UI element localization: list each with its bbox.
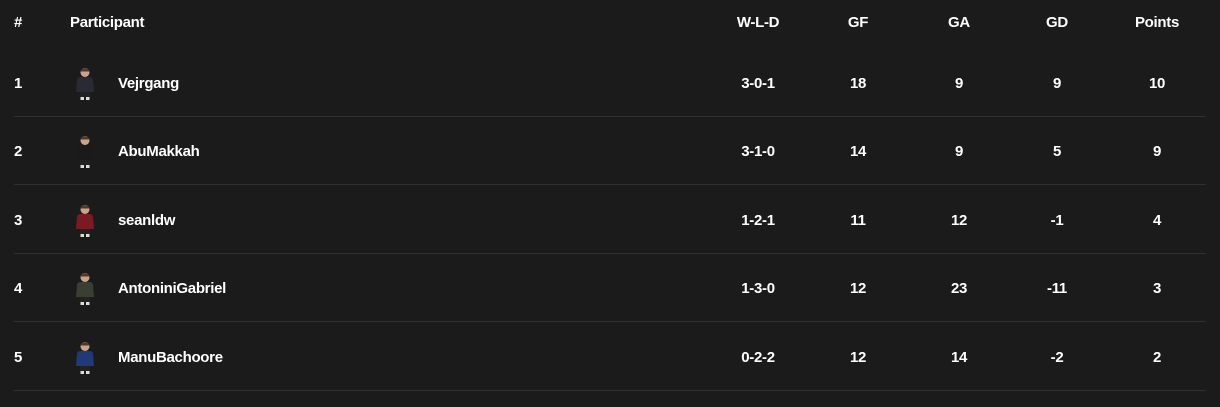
goal-difference: -1 (1050, 211, 1064, 229)
points: 3 (1152, 279, 1162, 297)
participant-name[interactable]: ManuBachoore (118, 349, 223, 366)
points: 2 (1152, 348, 1162, 366)
wld: 3-1-0 (741, 142, 775, 160)
goals-for: 11 (850, 211, 866, 229)
header-rank: # (14, 13, 23, 31)
rank: 1 (14, 74, 23, 92)
participant-name[interactable]: seanldw (118, 212, 175, 229)
participant-name[interactable]: AntoniniGabriel (118, 280, 226, 297)
player-avatar (74, 340, 96, 374)
header-ga: GA (948, 13, 970, 31)
points: 9 (1152, 142, 1162, 160)
player-avatar (74, 134, 96, 168)
goals-against: 9 (954, 74, 964, 92)
goal-difference: 5 (1052, 142, 1062, 160)
wld: 0-2-2 (741, 348, 775, 366)
participant-name[interactable]: AbuMakkah (118, 143, 200, 160)
rank: 3 (14, 211, 23, 229)
wld: 3-0-1 (741, 74, 775, 92)
participant[interactable]: ManuBachoore (70, 323, 223, 391)
goals-for: 14 (849, 142, 867, 160)
table-row[interactable]: 4 AntoniniGabriel 1-3-0 12 23 -11 3 (0, 254, 1220, 322)
goal-difference: -11 (1047, 279, 1067, 297)
points: 4 (1152, 211, 1162, 229)
participant[interactable]: AntoniniGabriel (70, 254, 226, 322)
player-avatar (74, 66, 96, 100)
goals-for: 18 (849, 74, 867, 92)
header-gd: GD (1046, 13, 1068, 31)
header-wld: W-L-D (736, 13, 780, 31)
table-row[interactable]: 1 Vejrgang 3-0-1 18 9 9 10 (0, 49, 1220, 117)
rank: 4 (14, 279, 23, 297)
goal-difference: 9 (1052, 74, 1062, 92)
participant[interactable]: Vejrgang (70, 49, 179, 117)
rank: 5 (14, 348, 23, 366)
participant[interactable]: seanldw (70, 186, 175, 254)
wld: 1-3-0 (741, 279, 775, 297)
goals-against: 9 (954, 142, 964, 160)
goals-against: 12 (950, 211, 968, 229)
participant-name[interactable]: Vejrgang (118, 75, 179, 92)
wld: 1-2-1 (741, 211, 775, 229)
standings-table: # Participant W-L-D GF GA GD Points 1 Ve… (0, 0, 1220, 407)
points: 10 (1148, 74, 1166, 92)
header-gf: GF (847, 13, 869, 31)
table-row[interactable]: 2 AbuMakkah 3-1-0 14 9 5 9 (0, 117, 1220, 185)
header-participant: Participant (70, 13, 145, 31)
table-row[interactable]: 3 seanldw 1-2-1 11 12 -1 4 (0, 186, 1220, 254)
player-avatar (74, 203, 96, 237)
player-avatar (74, 271, 96, 305)
rank: 2 (14, 142, 23, 160)
header-points: Points (1134, 13, 1180, 31)
goals-against: 23 (950, 279, 968, 297)
table-header: # Participant W-L-D GF GA GD Points (0, 0, 1220, 44)
table-row[interactable]: 5 ManuBachoore 0-2-2 12 14 -2 2 (0, 323, 1220, 391)
goals-for: 12 (849, 279, 867, 297)
goals-against: 14 (950, 348, 968, 366)
participant[interactable]: AbuMakkah (70, 117, 200, 185)
goals-for: 12 (849, 348, 867, 366)
goal-difference: -2 (1050, 348, 1064, 366)
